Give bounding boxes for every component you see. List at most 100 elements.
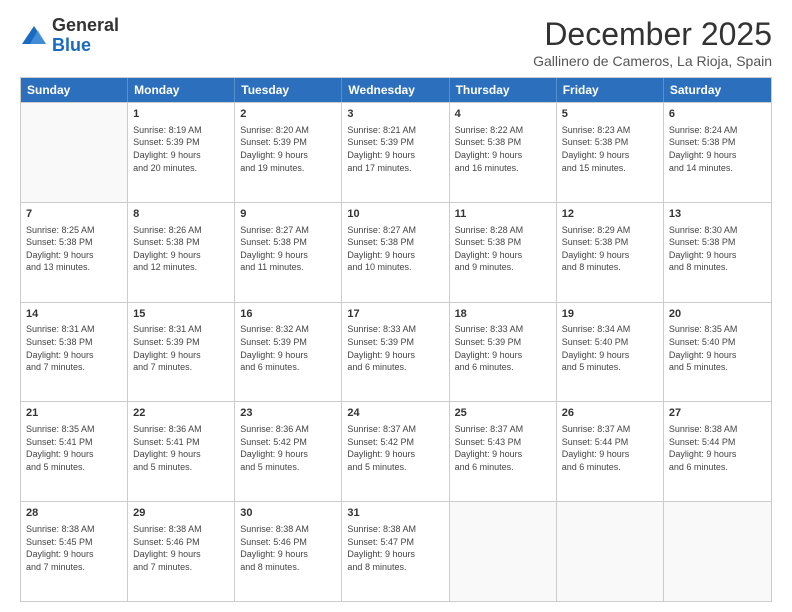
day-info: Sunrise: 8:36 AM Sunset: 5:42 PM Dayligh… — [240, 423, 336, 473]
header-day: Saturday — [664, 78, 771, 102]
day-number: 11 — [455, 207, 551, 222]
header-day: Friday — [557, 78, 664, 102]
calendar-cell: 11Sunrise: 8:28 AM Sunset: 5:38 PM Dayli… — [450, 203, 557, 302]
day-info: Sunrise: 8:27 AM Sunset: 5:38 PM Dayligh… — [347, 224, 443, 274]
day-info: Sunrise: 8:38 AM Sunset: 5:47 PM Dayligh… — [347, 523, 443, 573]
calendar-cell: 3 Sunrise: 8:21 AM Sunset: 5:39 PM Daylig… — [342, 103, 449, 202]
day-number: 23 — [240, 406, 336, 421]
month-title: December 2025 — [533, 16, 772, 53]
day-info: Sunrise: 8:36 AM Sunset: 5:41 PM Dayligh… — [133, 423, 229, 473]
header-day: Tuesday — [235, 78, 342, 102]
calendar-row: 28 Sunrise: 8:38 AM Sunset: 5:45 PM Dayli… — [21, 501, 771, 601]
day-number: 18 — [455, 307, 551, 322]
day-number: 30 — [240, 506, 336, 521]
day-number: 8 — [133, 207, 229, 222]
calendar-row: 21Sunrise: 8:35 AM Sunset: 5:41 PM Dayli… — [21, 401, 771, 501]
logo-general: General — [52, 15, 119, 35]
day-info: Sunrise: 8:37 AM Sunset: 5:44 PM Dayligh… — [562, 423, 658, 473]
day-number: 27 — [669, 406, 766, 421]
calendar-cell: 12 Sunrise: 8:29 AM Sunset: 5:38 PM Dayli… — [557, 203, 664, 302]
calendar: SundayMondayTuesdayWednesdayThursdayFrid… — [20, 77, 772, 602]
calendar-cell: 4 Sunrise: 8:22 AM Sunset: 5:38 PM Daylig… — [450, 103, 557, 202]
day-info: Sunrise: 8:29 AM Sunset: 5:38 PM Dayligh… — [562, 224, 658, 274]
day-info: Sunrise: 8:38 AM Sunset: 5:44 PM Dayligh… — [669, 423, 766, 473]
calendar-cell: 7 Sunrise: 8:25 AM Sunset: 5:38 PM Daylig… — [21, 203, 128, 302]
calendar-cell: 6Sunrise: 8:24 AM Sunset: 5:38 PM Daylig… — [664, 103, 771, 202]
calendar-cell: 1Sunrise: 8:19 AM Sunset: 5:39 PM Daylig… — [128, 103, 235, 202]
calendar-cell: 5 Sunrise: 8:23 AM Sunset: 5:38 PM Daylig… — [557, 103, 664, 202]
calendar-row: 1Sunrise: 8:19 AM Sunset: 5:39 PM Daylig… — [21, 102, 771, 202]
day-info: Sunrise: 8:38 AM Sunset: 5:46 PM Dayligh… — [240, 523, 336, 573]
calendar-cell: 14Sunrise: 8:31 AM Sunset: 5:38 PM Dayli… — [21, 303, 128, 402]
calendar-cell: 16Sunrise: 8:32 AM Sunset: 5:39 PM Dayli… — [235, 303, 342, 402]
day-number: 25 — [455, 406, 551, 421]
subtitle: Gallinero de Cameros, La Rioja, Spain — [533, 53, 772, 69]
day-info: Sunrise: 8:22 AM Sunset: 5:38 PM Dayligh… — [455, 124, 551, 174]
calendar-cell: 19Sunrise: 8:34 AM Sunset: 5:40 PM Dayli… — [557, 303, 664, 402]
calendar-cell: 26Sunrise: 8:37 AM Sunset: 5:44 PM Dayli… — [557, 402, 664, 501]
day-info: Sunrise: 8:23 AM Sunset: 5:38 PM Dayligh… — [562, 124, 658, 174]
day-info: Sunrise: 8:25 AM Sunset: 5:38 PM Dayligh… — [26, 224, 122, 274]
calendar-cell: 20Sunrise: 8:35 AM Sunset: 5:40 PM Dayli… — [664, 303, 771, 402]
calendar-cell — [450, 502, 557, 601]
calendar-cell: 22 Sunrise: 8:36 AM Sunset: 5:41 PM Dayli… — [128, 402, 235, 501]
day-number: 14 — [26, 307, 122, 322]
calendar-cell: 21Sunrise: 8:35 AM Sunset: 5:41 PM Dayli… — [21, 402, 128, 501]
calendar-cell: 24Sunrise: 8:37 AM Sunset: 5:42 PM Dayli… — [342, 402, 449, 501]
day-info: Sunrise: 8:38 AM Sunset: 5:45 PM Dayligh… — [26, 523, 122, 573]
day-info: Sunrise: 8:30 AM Sunset: 5:38 PM Dayligh… — [669, 224, 766, 274]
day-number: 17 — [347, 307, 443, 322]
day-number: 7 — [26, 207, 122, 222]
day-info: Sunrise: 8:38 AM Sunset: 5:46 PM Dayligh… — [133, 523, 229, 573]
day-info: Sunrise: 8:37 AM Sunset: 5:43 PM Dayligh… — [455, 423, 551, 473]
day-number: 3 — [347, 107, 443, 122]
day-info: Sunrise: 8:32 AM Sunset: 5:39 PM Dayligh… — [240, 323, 336, 373]
day-info: Sunrise: 8:34 AM Sunset: 5:40 PM Dayligh… — [562, 323, 658, 373]
day-number: 31 — [347, 506, 443, 521]
header-day: Wednesday — [342, 78, 449, 102]
title-block: December 2025 Gallinero de Cameros, La R… — [533, 16, 772, 69]
day-number: 12 — [562, 207, 658, 222]
calendar-cell: 10 Sunrise: 8:27 AM Sunset: 5:38 PM Dayli… — [342, 203, 449, 302]
logo-text: General Blue — [52, 16, 119, 56]
calendar-cell: 15Sunrise: 8:31 AM Sunset: 5:39 PM Dayli… — [128, 303, 235, 402]
day-info: Sunrise: 8:33 AM Sunset: 5:39 PM Dayligh… — [455, 323, 551, 373]
day-number: 28 — [26, 506, 122, 521]
day-info: Sunrise: 8:31 AM Sunset: 5:39 PM Dayligh… — [133, 323, 229, 373]
day-info: Sunrise: 8:21 AM Sunset: 5:39 PM Dayligh… — [347, 124, 443, 174]
day-number: 4 — [455, 107, 551, 122]
calendar-cell: 2Sunrise: 8:20 AM Sunset: 5:39 PM Daylig… — [235, 103, 342, 202]
header-day: Monday — [128, 78, 235, 102]
header: General Blue December 2025 Gallinero de … — [20, 16, 772, 69]
day-info: Sunrise: 8:35 AM Sunset: 5:41 PM Dayligh… — [26, 423, 122, 473]
day-number: 10 — [347, 207, 443, 222]
day-number: 16 — [240, 307, 336, 322]
page: General Blue December 2025 Gallinero de … — [0, 0, 792, 612]
calendar-cell — [557, 502, 664, 601]
calendar-row: 7 Sunrise: 8:25 AM Sunset: 5:38 PM Daylig… — [21, 202, 771, 302]
day-number: 24 — [347, 406, 443, 421]
day-number: 9 — [240, 207, 336, 222]
logo: General Blue — [20, 16, 119, 56]
logo-blue: Blue — [52, 35, 91, 55]
calendar-body: 1Sunrise: 8:19 AM Sunset: 5:39 PM Daylig… — [21, 102, 771, 601]
day-number: 20 — [669, 307, 766, 322]
day-info: Sunrise: 8:35 AM Sunset: 5:40 PM Dayligh… — [669, 323, 766, 373]
day-info: Sunrise: 8:24 AM Sunset: 5:38 PM Dayligh… — [669, 124, 766, 174]
calendar-cell: 13 Sunrise: 8:30 AM Sunset: 5:38 PM Dayli… — [664, 203, 771, 302]
day-number: 1 — [133, 107, 229, 122]
calendar-cell: 28 Sunrise: 8:38 AM Sunset: 5:45 PM Dayli… — [21, 502, 128, 601]
header-day: Thursday — [450, 78, 557, 102]
day-info: Sunrise: 8:33 AM Sunset: 5:39 PM Dayligh… — [347, 323, 443, 373]
day-number: 5 — [562, 107, 658, 122]
calendar-cell: 29 Sunrise: 8:38 AM Sunset: 5:46 PM Dayli… — [128, 502, 235, 601]
calendar-cell: 30 Sunrise: 8:38 AM Sunset: 5:46 PM Dayli… — [235, 502, 342, 601]
day-number: 13 — [669, 207, 766, 222]
day-info: Sunrise: 8:31 AM Sunset: 5:38 PM Dayligh… — [26, 323, 122, 373]
day-number: 22 — [133, 406, 229, 421]
calendar-cell: 18Sunrise: 8:33 AM Sunset: 5:39 PM Dayli… — [450, 303, 557, 402]
day-number: 29 — [133, 506, 229, 521]
calendar-cell: 27 Sunrise: 8:38 AM Sunset: 5:44 PM Dayli… — [664, 402, 771, 501]
header-day: Sunday — [21, 78, 128, 102]
calendar-header: SundayMondayTuesdayWednesdayThursdayFrid… — [21, 78, 771, 102]
